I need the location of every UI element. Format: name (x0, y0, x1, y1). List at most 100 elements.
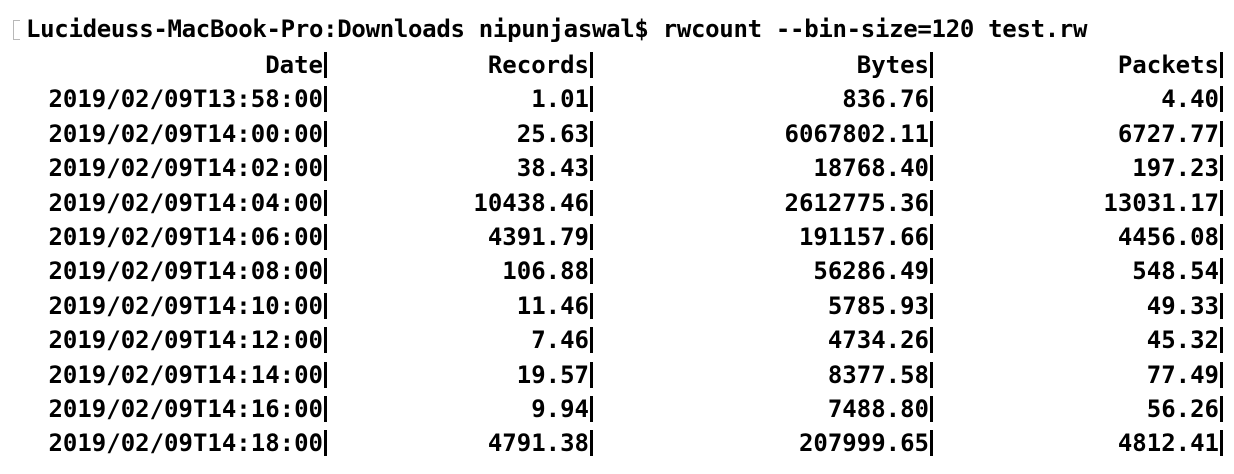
column-separator (324, 327, 327, 354)
cell-bytes: 4734.26 (827, 326, 929, 355)
column-separator (324, 223, 327, 250)
column-separator (590, 120, 593, 147)
column-separator (930, 86, 933, 113)
cell-packets: 77.49 (1146, 360, 1219, 389)
cell-records: 11.46 (516, 291, 589, 320)
cell-date: 2019/02/09T14:02:00 (48, 154, 323, 183)
cell-packets: 49.33 (1146, 291, 1219, 320)
command-prompt: Lucideuss-MacBook-Pro:Downloads nipunjas… (26, 15, 1088, 43)
cell-records: 19.57 (516, 360, 589, 389)
cell-records: 10438.46 (473, 188, 589, 217)
column-separator (1220, 120, 1223, 147)
cell-date: 2019/02/09T14:16:00 (48, 394, 323, 423)
cell-bytes: 5785.93 (827, 291, 929, 320)
table-row: 2019/02/09T14:00:00 25.63 6067802.11 672… (24, 117, 1225, 151)
column-separator (324, 189, 327, 216)
column-separator (930, 155, 933, 182)
cell-records: 9.94 (531, 394, 589, 423)
column-separator (930, 430, 933, 457)
column-separator (930, 258, 933, 285)
column-separator (590, 292, 593, 319)
cell-packets: 13031.17 (1103, 188, 1219, 217)
column-separator (1220, 52, 1223, 78)
column-separator (930, 120, 933, 147)
table-row: 2019/02/09T14:14:00 19.57 8377.58 77.49 (24, 358, 1225, 392)
column-separator (930, 395, 933, 422)
column-separator (324, 430, 327, 457)
column-separator (324, 155, 327, 182)
column-separator (1220, 86, 1223, 113)
cell-bytes: 7488.80 (827, 394, 929, 423)
cell-packets: 4812.41 (1117, 429, 1219, 458)
header-date: Date (265, 51, 323, 79)
header-packets: Packets (1117, 51, 1219, 79)
column-separator (930, 223, 933, 250)
cell-records: 25.63 (516, 119, 589, 148)
terminal-window[interactable]: Lucideuss-MacBook-Pro:Downloads nipunjas… (0, 0, 1234, 474)
cell-bytes: 8377.58 (827, 360, 929, 389)
column-separator (324, 120, 327, 147)
cell-packets: 45.32 (1146, 326, 1219, 355)
cell-records: 106.88 (502, 257, 589, 286)
column-separator (324, 52, 327, 78)
table-row: 2019/02/09T14:08:00 106.88 56286.49 548.… (24, 254, 1225, 288)
cell-bytes: 18768.40 (813, 154, 929, 183)
column-separator (930, 189, 933, 216)
cell-records: 38.43 (516, 154, 589, 183)
column-separator (590, 155, 593, 182)
table-row: 2019/02/09T14:18:00 4791.38 207999.65 48… (24, 426, 1225, 460)
column-separator (590, 223, 593, 250)
table-row: 2019/02/09T14:02:00 38.43 18768.40 197.2… (24, 151, 1225, 185)
column-separator (930, 52, 933, 78)
cell-bytes: 191157.66 (798, 222, 929, 251)
column-separator (324, 361, 327, 388)
cell-records: 1.01 (531, 85, 589, 114)
cell-records: 7.46 (531, 326, 589, 355)
cell-records: 4791.38 (487, 429, 589, 458)
column-separator (930, 327, 933, 354)
cell-date: 2019/02/09T14:14:00 (48, 360, 323, 389)
column-separator (590, 86, 593, 113)
column-separator (930, 292, 933, 319)
column-separator (1220, 395, 1223, 422)
header-bytes: Bytes (856, 51, 929, 79)
cell-bytes: 56286.49 (813, 257, 929, 286)
table-header-row: Date Records Bytes Packets (24, 48, 1225, 82)
table-row: 2019/02/09T14:12:00 7.46 4734.26 45.32 (24, 323, 1225, 357)
table-row: 2019/02/09T14:06:00 4391.79 191157.66 44… (24, 220, 1225, 254)
column-separator (324, 292, 327, 319)
cell-bytes: 836.76 (842, 85, 929, 114)
cell-date: 2019/02/09T14:18:00 (48, 429, 323, 458)
cell-packets: 6727.77 (1117, 119, 1219, 148)
column-separator (590, 395, 593, 422)
cell-date: 2019/02/09T13:58:00 (48, 85, 323, 114)
column-separator (1220, 223, 1223, 250)
column-separator (930, 361, 933, 388)
column-separator (1220, 292, 1223, 319)
column-separator (590, 189, 593, 216)
cell-bytes: 207999.65 (798, 429, 929, 458)
column-separator (1220, 155, 1223, 182)
column-separator (590, 258, 593, 285)
column-separator (1220, 327, 1223, 354)
header-records: Records (487, 51, 589, 79)
column-separator (324, 258, 327, 285)
column-separator (324, 86, 327, 113)
cell-packets: 56.26 (1146, 394, 1219, 423)
cell-records: 4391.79 (487, 222, 589, 251)
column-separator (324, 395, 327, 422)
cell-packets: 548.54 (1132, 257, 1219, 286)
cell-date: 2019/02/09T14:04:00 (48, 188, 323, 217)
cursor-bracket-icon (13, 20, 20, 40)
column-separator (590, 430, 593, 457)
column-separator (1220, 361, 1223, 388)
table-row: 2019/02/09T13:58:00 1.01 836.76 4.40 (24, 82, 1225, 116)
table-row: 2019/02/09T14:04:00 10438.46 2612775.36 … (24, 186, 1225, 220)
cell-packets: 4456.08 (1117, 222, 1219, 251)
cell-date: 2019/02/09T14:12:00 (48, 326, 323, 355)
column-separator (590, 327, 593, 354)
column-separator (590, 361, 593, 388)
column-separator (590, 52, 593, 78)
column-separator (1220, 430, 1223, 457)
column-separator (1220, 258, 1223, 285)
